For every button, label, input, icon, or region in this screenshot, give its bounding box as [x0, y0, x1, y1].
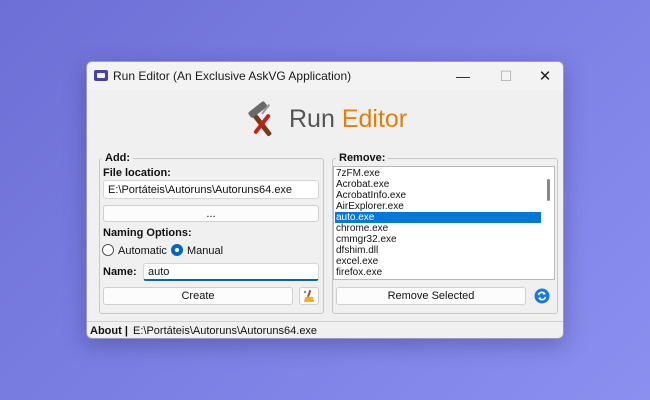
maximize-button[interactable]: ☐: [486, 62, 526, 90]
radio-automatic[interactable]: [102, 244, 114, 256]
minimize-button[interactable]: —: [443, 62, 483, 90]
list-item[interactable]: chrome.exe: [335, 223, 541, 234]
list-item[interactable]: 7zFM.exe: [335, 168, 541, 179]
list-item[interactable]: excel.exe: [335, 256, 541, 267]
radio-manual[interactable]: [171, 244, 183, 256]
logo-word-editor: Editor: [341, 105, 408, 133]
file-location-field[interactable]: E:\Portáteis\Autoruns\Autoruns64.exe: [103, 180, 319, 199]
naming-options-label: Naming Options:: [103, 227, 192, 239]
run-editor-logo: Run Editor: [242, 100, 422, 140]
refresh-button[interactable]: [532, 287, 552, 305]
logo-word-run: Run: [289, 105, 335, 133]
status-bar: About | E:\Portáteis\Autoruns\Autoruns64…: [87, 321, 563, 338]
refresh-icon: [534, 288, 550, 304]
list-item[interactable]: AcrobatInfo.exe: [335, 190, 541, 201]
browse-button[interactable]: ...: [103, 205, 319, 222]
list-item[interactable]: cmmgr32.exe: [335, 234, 541, 245]
list-item[interactable]: dfshim.dll: [335, 245, 541, 256]
about-link[interactable]: About |: [90, 325, 128, 337]
remove-legend: Remove:: [336, 152, 389, 164]
listbox-scrollbar[interactable]: [547, 179, 550, 201]
run-editor-window: Run Editor (An Exclusive AskVG Applicati…: [86, 61, 564, 339]
clear-button[interactable]: [299, 287, 319, 305]
name-input[interactable]: auto: [143, 263, 319, 281]
list-item[interactable]: Acrobat.exe: [335, 179, 541, 190]
status-path: E:\Portáteis\Autoruns\Autoruns64.exe: [133, 325, 318, 337]
list-item[interactable]: AirExplorer.exe: [335, 201, 541, 212]
radio-automatic-label: Automatic: [118, 245, 167, 257]
remove-selected-button[interactable]: Remove Selected: [336, 287, 526, 305]
name-label: Name:: [103, 266, 137, 278]
app-icon: [94, 70, 108, 81]
broom-icon: [303, 289, 314, 302]
radio-manual-label: Manual: [187, 245, 224, 257]
hammer-screwdriver-icon: [248, 101, 272, 137]
list-item-selected[interactable]: auto.exe: [335, 212, 541, 223]
title-bar: Run Editor (An Exclusive AskVG Applicati…: [87, 62, 563, 90]
list-item[interactable]: firefox.exe: [335, 267, 541, 278]
add-legend: Add:: [102, 152, 134, 164]
remove-listbox[interactable]: 7zFM.exe Acrobat.exe AcrobatInfo.exe Air…: [333, 166, 555, 280]
window-title: Run Editor (An Exclusive AskVG Applicati…: [113, 69, 352, 83]
close-button[interactable]: ✕: [525, 62, 563, 90]
file-location-label: File location:: [103, 167, 171, 179]
create-button[interactable]: Create: [103, 287, 293, 305]
